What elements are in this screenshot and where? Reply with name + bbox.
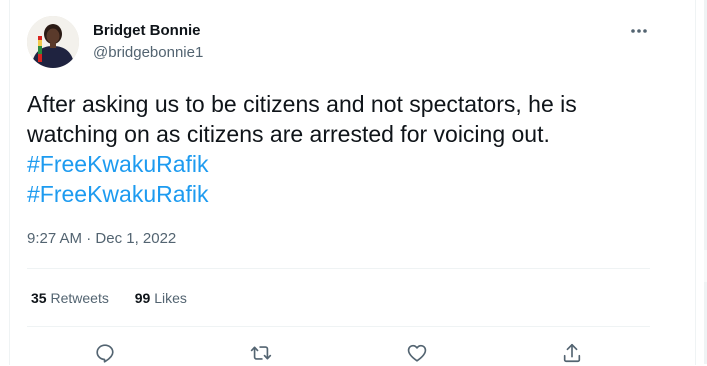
hashtag-link[interactable]: #FreeKwakuRafik <box>27 179 687 209</box>
like-button[interactable] <box>404 340 430 366</box>
tweet-date: Dec 1, 2022 <box>95 230 177 247</box>
avatar[interactable] <box>27 16 79 68</box>
hashtag-link[interactable]: #FreeKwakuRafik <box>27 149 687 179</box>
likes-label: Likes <box>154 290 187 306</box>
tweet-text: After asking us to be citizens and not s… <box>27 89 687 209</box>
share-button[interactable] <box>559 340 585 366</box>
divider <box>27 268 650 269</box>
divider <box>27 326 650 327</box>
reply-button[interactable] <box>92 340 118 366</box>
more-icon <box>631 29 647 33</box>
tweet-stats: 35 Retweets 99 Likes <box>31 290 187 307</box>
tweet-time: 9:27 AM <box>27 230 83 247</box>
reply-icon <box>96 344 114 363</box>
retweet-button[interactable] <box>248 340 274 366</box>
tweet-line: After asking us to be citizens and not s… <box>27 91 577 117</box>
retweets-label: Retweets <box>50 290 109 306</box>
like-icon <box>407 344 427 362</box>
retweets-count: 35 <box>31 290 47 306</box>
author-handle[interactable]: @bridgebonnie1 <box>93 44 203 62</box>
share-icon <box>563 343 581 363</box>
tweet-timestamp[interactable]: 9:27 AM · Dec 1, 2022 <box>27 230 176 248</box>
likes-stat[interactable]: 99 Likes <box>135 290 187 307</box>
retweet-icon <box>250 346 272 360</box>
more-button[interactable] <box>624 18 654 44</box>
tweet-line: watching on as citizens are arrested for… <box>27 121 550 147</box>
likes-count: 99 <box>134 290 151 306</box>
retweets-stat[interactable]: 35 Retweets <box>31 290 109 307</box>
avatar-image <box>27 16 79 68</box>
meta-separator: · <box>86 230 92 247</box>
author-name[interactable]: Bridget Bonnie <box>93 22 201 40</box>
